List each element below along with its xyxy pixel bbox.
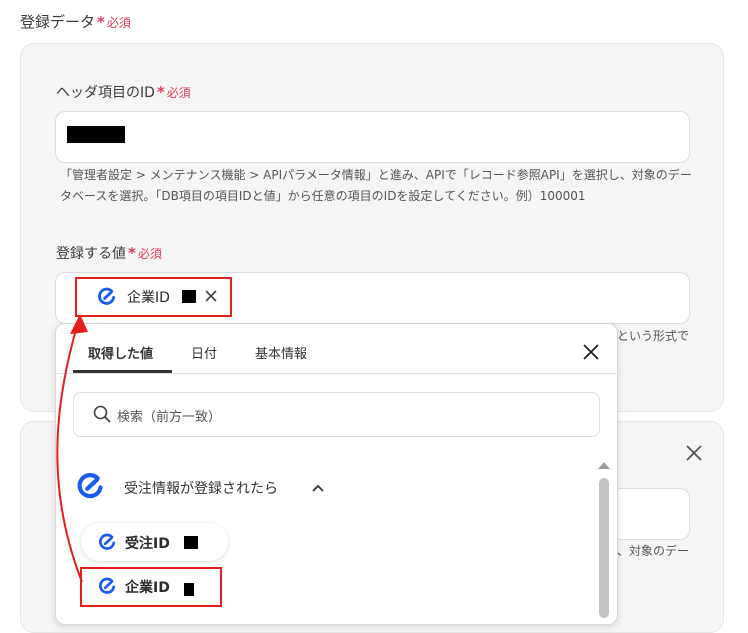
tab-divider bbox=[56, 373, 617, 374]
redacted-value bbox=[67, 126, 125, 143]
yoom-c-icon bbox=[98, 533, 116, 551]
value-label: 登録する値 * 必須 bbox=[56, 244, 162, 262]
search-placeholder: 検索（前方一致） bbox=[117, 410, 222, 425]
search-input[interactable]: 検索（前方一致） bbox=[73, 392, 600, 437]
section-title-text: 登録データ bbox=[20, 13, 96, 31]
redacted-value bbox=[184, 583, 194, 596]
scrollbar-thumb[interactable] bbox=[599, 478, 609, 618]
value-side-hint: という形式で bbox=[617, 329, 690, 343]
yoom-c-icon bbox=[97, 287, 116, 306]
value-chip[interactable]: 企業ID bbox=[97, 286, 222, 306]
group-title[interactable]: 受注情報が登録されたら bbox=[124, 478, 278, 498]
redacted-value bbox=[182, 290, 196, 303]
search-icon bbox=[93, 405, 111, 423]
tab-date[interactable]: 日付 bbox=[191, 343, 217, 362]
scroll-up-arrow-icon[interactable] bbox=[597, 460, 611, 470]
close-icon[interactable] bbox=[685, 444, 703, 462]
required-badge: * 必須 bbox=[128, 244, 162, 262]
yoom-c-icon bbox=[76, 472, 104, 500]
item-label: 受注ID bbox=[125, 536, 170, 552]
list-item[interactable]: 受注ID bbox=[81, 523, 228, 561]
yoom-c-icon bbox=[98, 577, 116, 595]
header-id-hint: 「管理者設定 > メンテナンス機能 > APIパラメータ情報」と進み、APIで「… bbox=[60, 168, 692, 203]
required-badge: * 必須 bbox=[97, 13, 131, 31]
redacted-value bbox=[184, 536, 198, 549]
header-id-input[interactable] bbox=[55, 111, 690, 163]
close-icon[interactable] bbox=[204, 289, 218, 303]
close-icon[interactable] bbox=[582, 343, 600, 361]
tab-acquired-values[interactable]: 取得した値 bbox=[88, 343, 153, 362]
chevron-up-icon[interactable] bbox=[311, 481, 325, 495]
value-picker-dropdown: 取得した値 日付 基本情報 検索（前方一致） 受注情報が登録されたら 受注ID bbox=[55, 323, 618, 625]
tab-basic-info[interactable]: 基本情報 bbox=[255, 343, 307, 362]
list-item[interactable]: 企業ID bbox=[81, 568, 218, 604]
header-id-label: ヘッダ項目のID * 必須 bbox=[56, 83, 191, 101]
section-title: 登録データ * 必須 bbox=[20, 11, 131, 32]
item-label: 企業ID bbox=[125, 580, 170, 596]
required-badge: * 必須 bbox=[156, 83, 191, 101]
chip-label: 企業ID bbox=[127, 290, 170, 306]
second-side-hint: 、対象のデー bbox=[617, 544, 690, 558]
